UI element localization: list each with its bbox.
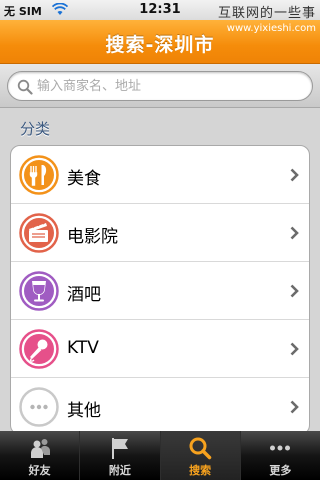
more-dots-icon <box>19 387 59 427</box>
friends-icon <box>30 439 50 458</box>
wine-glass-icon <box>19 271 59 311</box>
list-item-food[interactable]: 美食 <box>11 146 309 204</box>
list-item-label: 其他 <box>67 401 101 421</box>
flag-icon <box>111 438 128 459</box>
chevron-right-icon <box>290 342 299 356</box>
chevron-right-icon <box>290 400 299 414</box>
search-bar <box>0 64 320 108</box>
tab-search[interactable]: 搜索 <box>160 431 241 480</box>
status-bar: 无 SIM 12:31 互联网的一些事 <box>0 0 320 21</box>
section-title: 分类 <box>20 120 51 138</box>
list-item-other[interactable]: 其他 <box>11 378 309 434</box>
chevron-right-icon <box>290 284 299 298</box>
search-icon <box>189 437 212 460</box>
tab-bar: 好友 附近 搜索 更多 <box>0 431 320 480</box>
watermark-text: 互联网的一些事 <box>217 6 316 21</box>
chevron-right-icon <box>290 226 299 240</box>
tab-label: 附近 <box>108 464 131 477</box>
search-field[interactable] <box>7 71 313 101</box>
tab-nearby[interactable]: 附近 <box>80 431 161 480</box>
watermark-url: www.yixieshi.com <box>226 23 316 34</box>
tab-more[interactable]: 更多 <box>241 431 320 480</box>
list-item-label: 酒吧 <box>67 285 101 305</box>
list-item-label: 电影院 <box>67 227 118 247</box>
page-title: 搜索-深圳市 <box>105 34 215 56</box>
list-item-bar[interactable]: 酒吧 <box>11 262 309 320</box>
search-input[interactable] <box>37 76 302 96</box>
list-item-ktv[interactable]: KTV <box>11 320 309 378</box>
tab-label: 更多 <box>269 464 292 477</box>
tab-friends[interactable]: 好友 <box>0 431 81 480</box>
list-item-label: 美食 <box>67 169 101 189</box>
microphone-icon <box>19 329 59 369</box>
tab-label: 搜索 <box>189 464 212 477</box>
list-item-label: KTV <box>67 338 99 358</box>
category-list: 美食 电影院 酒吧 KTV 其他 <box>10 145 310 435</box>
chevron-right-icon <box>290 168 299 182</box>
list-item-cinema[interactable]: 电影院 <box>11 204 309 262</box>
search-icon <box>17 79 33 95</box>
navigation-bar: 搜索-深圳市 www.yixieshi.com <box>0 20 320 64</box>
tab-label: 好友 <box>28 464 51 477</box>
more-icon <box>270 445 291 451</box>
movie-clapper-icon <box>19 213 59 253</box>
food-icon <box>19 155 59 195</box>
